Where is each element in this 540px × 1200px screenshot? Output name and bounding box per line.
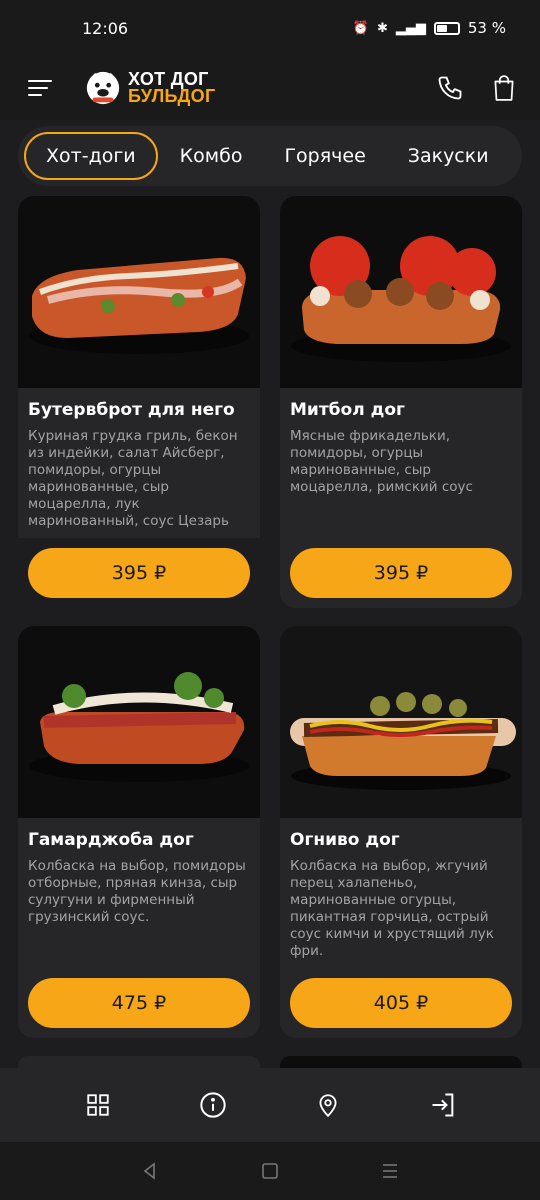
product-card[interactable]: Огниво дог Колбаска на выбор, жгучий пер… <box>280 626 522 1038</box>
product-title: Огниво дог <box>290 830 400 850</box>
product-image <box>18 626 260 818</box>
product-description: Мясные фрикадельки, помидоры, огурцы мар… <box>290 428 473 495</box>
product-title: Бутервброт для него <box>28 400 235 420</box>
info-icon <box>199 1092 226 1118</box>
cart-button[interactable] <box>488 72 520 104</box>
home-icon[interactable] <box>262 1163 278 1179</box>
add-to-cart-button[interactable]: 395 ₽ <box>28 548 250 598</box>
status-bar: 12:06 ⏰ ✱ ▂▄▆ 53 % <box>0 0 540 56</box>
bluetooth-icon: ✱ <box>376 20 388 36</box>
bottom-navigation <box>0 1068 540 1142</box>
product-card[interactable]: Бутервброт для него Куриная грудка гриль… <box>18 196 260 608</box>
location-pin-icon <box>318 1094 337 1118</box>
bulldog-logo-icon <box>86 71 120 105</box>
add-to-cart-button[interactable]: 475 ₽ <box>28 978 250 1028</box>
brand-line2: БУЛЬДОГ <box>128 86 216 106</box>
product-title: Гамарджоба дог <box>28 830 194 850</box>
status-time: 12:06 <box>82 18 129 38</box>
tab-snacks[interactable]: Закуски <box>388 132 509 180</box>
product-image <box>280 196 522 388</box>
product-image <box>18 196 260 388</box>
menu-button[interactable] <box>28 77 54 99</box>
tab-combo[interactable]: Комбо <box>160 132 263 180</box>
nav-menu-button[interactable] <box>78 1085 118 1125</box>
product-card[interactable]: Гамарджоба дог Колбаска на выбор, помидо… <box>18 626 260 1038</box>
battery-icon <box>433 21 460 35</box>
product-description: Колбаска на выбор, жгучий перец халапень… <box>290 858 494 959</box>
signal-icon: ▂▄▆ <box>395 20 426 36</box>
phone-icon <box>438 76 462 100</box>
product-description: Колбаска на выбор, помидоры отборные, пр… <box>28 858 246 925</box>
recents-icon[interactable] <box>381 1163 399 1179</box>
grid-icon <box>86 1094 109 1116</box>
app-header: ХОТ ДОГ БУЛЬДОГ <box>0 56 540 120</box>
product-title: Митбол дог <box>290 400 405 420</box>
system-navigation <box>0 1142 540 1200</box>
back-icon[interactable] <box>141 1162 159 1180</box>
category-tabs: Хот-доги Комбо Горячее Закуски <box>18 126 522 186</box>
battery-level: 53 % <box>467 19 506 37</box>
product-card[interactable]: Митбол дог Мясные фрикадельки, помидоры,… <box>280 196 522 608</box>
brand-logo[interactable]: ХОТ ДОГ БУЛЬДОГ <box>84 69 215 107</box>
nav-info-button[interactable] <box>193 1085 233 1125</box>
add-to-cart-button[interactable]: 405 ₽ <box>290 978 512 1028</box>
product-description: Куриная грудка гриль, бекон из индейки, … <box>28 428 238 529</box>
alarm-icon: ⏰ <box>352 20 369 36</box>
shopping-bag-icon <box>494 75 514 101</box>
login-icon <box>432 1093 453 1117</box>
nav-location-button[interactable] <box>308 1085 348 1125</box>
nav-login-button[interactable] <box>423 1085 463 1125</box>
tab-hot-dogs[interactable]: Хот-доги <box>24 132 158 180</box>
add-to-cart-button[interactable]: 395 ₽ <box>290 548 512 598</box>
phone-button[interactable] <box>434 72 466 104</box>
product-image <box>280 626 522 818</box>
tab-hot-dishes[interactable]: Горячее <box>264 132 385 180</box>
